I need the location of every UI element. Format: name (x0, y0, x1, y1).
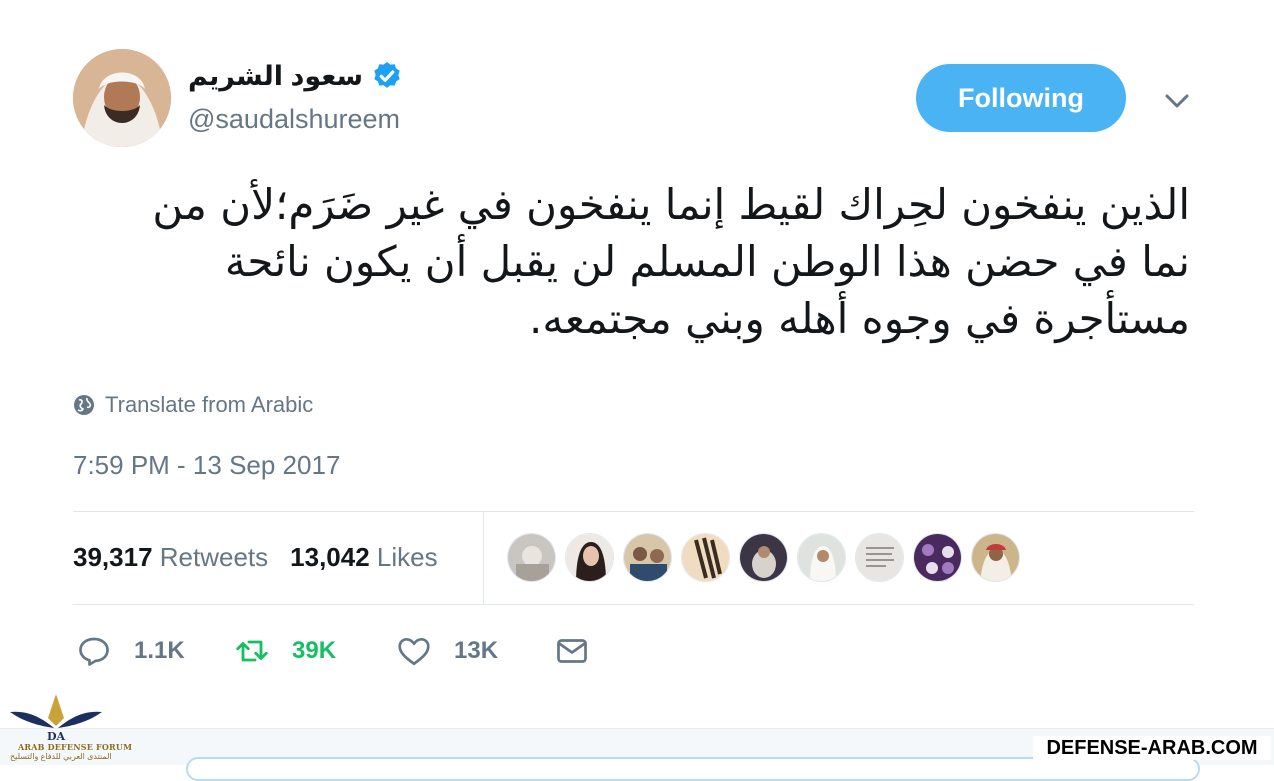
liker-avatar[interactable] (739, 533, 788, 582)
retweets-stat[interactable]: 39,317 Retweets (73, 542, 268, 573)
site-watermark: DEFENSE-ARAB.COM (1033, 736, 1271, 760)
retweets-label[interactable]: Retweets (160, 542, 268, 572)
likes-count[interactable]: 13,042 (290, 542, 370, 572)
verified-badge-icon (374, 62, 400, 88)
liker-avatars (507, 533, 1020, 582)
envelope-icon (557, 639, 587, 663)
avatar-image (73, 49, 171, 147)
divider (483, 512, 484, 604)
user-avatar[interactable] (73, 49, 171, 147)
display-name[interactable]: سعود الشريم (188, 61, 363, 92)
liker-avatar[interactable] (623, 533, 672, 582)
retweets-count[interactable]: 39,317 (73, 542, 153, 572)
tweet-text: الذين ينفخون لحِراك لقيط إنما ينفخون في … (152, 180, 1190, 343)
reply-count: 1.1K (134, 637, 185, 664)
liker-avatar[interactable] (565, 533, 614, 582)
liker-avatar[interactable] (797, 533, 846, 582)
liker-avatar[interactable] (681, 533, 730, 582)
translate-label[interactable]: Translate from Arabic (105, 392, 313, 418)
likes-label[interactable]: Likes (377, 542, 438, 572)
direct-message-button[interactable] (554, 633, 590, 669)
user-handle[interactable]: @saudalshureem (188, 104, 400, 135)
tweet-stats: 39,317 Retweets 13,042 Likes (73, 537, 438, 577)
display-name-row[interactable]: سعود الشريم (188, 56, 403, 96)
heart-icon (398, 637, 430, 666)
retweet-icon (236, 640, 268, 662)
following-button[interactable]: Following (916, 64, 1126, 132)
liker-avatar[interactable] (855, 533, 904, 582)
like-button[interactable]: 13K (396, 633, 554, 669)
logo-subtitle: المنتدى العربي للدفاع والتسليح (10, 752, 112, 761)
liker-avatar[interactable] (971, 533, 1020, 582)
likes-stat[interactable]: 13,042 Likes (290, 542, 437, 573)
translate-link[interactable]: Translate from Arabic (73, 390, 313, 420)
like-count: 13K (454, 637, 499, 664)
reply-button[interactable]: 1.1K (76, 633, 234, 669)
tweet-timestamp[interactable]: 7:59 PM - 13 Sep 2017 (73, 450, 340, 481)
liker-avatar[interactable] (507, 533, 556, 582)
globe-icon (74, 395, 94, 415)
divider (73, 511, 1194, 512)
reply-icon (79, 637, 109, 666)
retweet-count: 39K (292, 637, 337, 664)
chevron-down-icon[interactable] (1162, 88, 1192, 114)
tweet-actions: 1.1K 39K 13K (76, 630, 590, 672)
reply-input[interactable] (186, 757, 1200, 781)
liker-avatar[interactable] (913, 533, 962, 582)
logo-title: ARAB DEFENSE FORUM (18, 742, 133, 752)
retweet-button[interactable]: 39K (234, 633, 396, 669)
divider (73, 604, 1194, 605)
